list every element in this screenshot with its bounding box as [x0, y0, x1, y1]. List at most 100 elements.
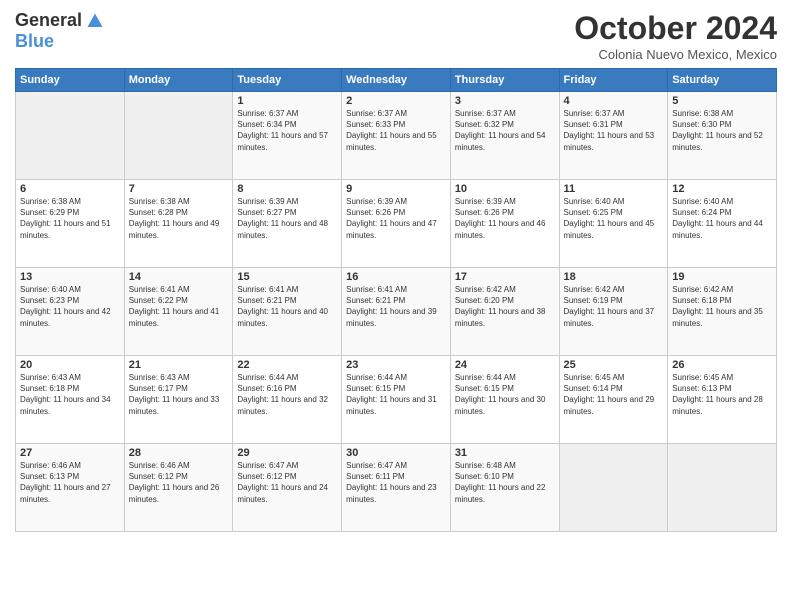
day-number: 29	[237, 447, 337, 459]
calendar-cell: 12Sunrise: 6:40 AM Sunset: 6:24 PM Dayli…	[668, 180, 777, 268]
day-number: 22	[237, 359, 337, 371]
calendar-cell: 24Sunrise: 6:44 AM Sunset: 6:15 PM Dayli…	[450, 356, 559, 444]
calendar-cell: 20Sunrise: 6:43 AM Sunset: 6:18 PM Dayli…	[16, 356, 125, 444]
day-number: 17	[455, 271, 555, 283]
day-info: Sunrise: 6:45 AM Sunset: 6:14 PM Dayligh…	[564, 372, 664, 417]
month-title: October 2024	[574, 10, 777, 47]
day-number: 2	[346, 95, 446, 107]
calendar-cell: 17Sunrise: 6:42 AM Sunset: 6:20 PM Dayli…	[450, 268, 559, 356]
day-number: 8	[237, 183, 337, 195]
day-info: Sunrise: 6:38 AM Sunset: 6:28 PM Dayligh…	[129, 196, 229, 241]
day-number: 27	[20, 447, 120, 459]
day-info: Sunrise: 6:39 AM Sunset: 6:27 PM Dayligh…	[237, 196, 337, 241]
day-info: Sunrise: 6:37 AM Sunset: 6:34 PM Dayligh…	[237, 108, 337, 153]
calendar-cell: 13Sunrise: 6:40 AM Sunset: 6:23 PM Dayli…	[16, 268, 125, 356]
calendar-cell	[559, 444, 668, 532]
calendar-week-4: 20Sunrise: 6:43 AM Sunset: 6:18 PM Dayli…	[16, 356, 777, 444]
day-info: Sunrise: 6:39 AM Sunset: 6:26 PM Dayligh…	[346, 196, 446, 241]
title-section: October 2024 Colonia Nuevo Mexico, Mexic…	[574, 10, 777, 62]
day-number: 3	[455, 95, 555, 107]
logo-general-text: General	[15, 10, 82, 31]
calendar-cell: 9Sunrise: 6:39 AM Sunset: 6:26 PM Daylig…	[342, 180, 451, 268]
day-info: Sunrise: 6:48 AM Sunset: 6:10 PM Dayligh…	[455, 460, 555, 505]
day-info: Sunrise: 6:45 AM Sunset: 6:13 PM Dayligh…	[672, 372, 772, 417]
day-number: 14	[129, 271, 229, 283]
day-header-sunday: Sunday	[16, 69, 125, 92]
day-info: Sunrise: 6:38 AM Sunset: 6:29 PM Dayligh…	[20, 196, 120, 241]
day-info: Sunrise: 6:37 AM Sunset: 6:33 PM Dayligh…	[346, 108, 446, 153]
day-info: Sunrise: 6:40 AM Sunset: 6:25 PM Dayligh…	[564, 196, 664, 241]
calendar-cell	[124, 92, 233, 180]
day-info: Sunrise: 6:37 AM Sunset: 6:31 PM Dayligh…	[564, 108, 664, 153]
calendar-cell: 23Sunrise: 6:44 AM Sunset: 6:15 PM Dayli…	[342, 356, 451, 444]
day-number: 28	[129, 447, 229, 459]
day-number: 7	[129, 183, 229, 195]
day-number: 20	[20, 359, 120, 371]
calendar-cell: 25Sunrise: 6:45 AM Sunset: 6:14 PM Dayli…	[559, 356, 668, 444]
calendar-cell: 11Sunrise: 6:40 AM Sunset: 6:25 PM Dayli…	[559, 180, 668, 268]
calendar-cell: 8Sunrise: 6:39 AM Sunset: 6:27 PM Daylig…	[233, 180, 342, 268]
day-header-wednesday: Wednesday	[342, 69, 451, 92]
day-number: 18	[564, 271, 664, 283]
logo-blue-text: Blue	[15, 31, 54, 52]
day-info: Sunrise: 6:41 AM Sunset: 6:21 PM Dayligh…	[346, 284, 446, 329]
calendar-cell: 19Sunrise: 6:42 AM Sunset: 6:18 PM Dayli…	[668, 268, 777, 356]
calendar-cell: 2Sunrise: 6:37 AM Sunset: 6:33 PM Daylig…	[342, 92, 451, 180]
page: General Blue October 2024 Colonia Nuevo …	[0, 0, 792, 612]
day-number: 25	[564, 359, 664, 371]
calendar-cell: 26Sunrise: 6:45 AM Sunset: 6:13 PM Dayli…	[668, 356, 777, 444]
day-info: Sunrise: 6:46 AM Sunset: 6:13 PM Dayligh…	[20, 460, 120, 505]
day-header-tuesday: Tuesday	[233, 69, 342, 92]
day-info: Sunrise: 6:41 AM Sunset: 6:22 PM Dayligh…	[129, 284, 229, 329]
day-info: Sunrise: 6:46 AM Sunset: 6:12 PM Dayligh…	[129, 460, 229, 505]
day-number: 5	[672, 95, 772, 107]
calendar-cell	[668, 444, 777, 532]
calendar-cell: 28Sunrise: 6:46 AM Sunset: 6:12 PM Dayli…	[124, 444, 233, 532]
day-number: 15	[237, 271, 337, 283]
day-number: 9	[346, 183, 446, 195]
day-number: 11	[564, 183, 664, 195]
day-info: Sunrise: 6:43 AM Sunset: 6:17 PM Dayligh…	[129, 372, 229, 417]
day-header-thursday: Thursday	[450, 69, 559, 92]
subtitle: Colonia Nuevo Mexico, Mexico	[574, 47, 777, 62]
day-info: Sunrise: 6:44 AM Sunset: 6:15 PM Dayligh…	[455, 372, 555, 417]
calendar-cell: 29Sunrise: 6:47 AM Sunset: 6:12 PM Dayli…	[233, 444, 342, 532]
header: General Blue October 2024 Colonia Nuevo …	[15, 10, 777, 62]
day-number: 6	[20, 183, 120, 195]
day-number: 24	[455, 359, 555, 371]
day-info: Sunrise: 6:44 AM Sunset: 6:15 PM Dayligh…	[346, 372, 446, 417]
day-header-friday: Friday	[559, 69, 668, 92]
day-number: 19	[672, 271, 772, 283]
calendar-header-row: SundayMondayTuesdayWednesdayThursdayFrid…	[16, 69, 777, 92]
logo-icon	[86, 12, 104, 30]
day-info: Sunrise: 6:38 AM Sunset: 6:30 PM Dayligh…	[672, 108, 772, 153]
day-info: Sunrise: 6:41 AM Sunset: 6:21 PM Dayligh…	[237, 284, 337, 329]
day-number: 16	[346, 271, 446, 283]
calendar-table: SundayMondayTuesdayWednesdayThursdayFrid…	[15, 68, 777, 532]
day-number: 23	[346, 359, 446, 371]
calendar-cell	[16, 92, 125, 180]
day-info: Sunrise: 6:42 AM Sunset: 6:20 PM Dayligh…	[455, 284, 555, 329]
day-info: Sunrise: 6:47 AM Sunset: 6:11 PM Dayligh…	[346, 460, 446, 505]
day-number: 1	[237, 95, 337, 107]
day-header-monday: Monday	[124, 69, 233, 92]
calendar-cell: 30Sunrise: 6:47 AM Sunset: 6:11 PM Dayli…	[342, 444, 451, 532]
calendar-cell: 27Sunrise: 6:46 AM Sunset: 6:13 PM Dayli…	[16, 444, 125, 532]
calendar-week-1: 1Sunrise: 6:37 AM Sunset: 6:34 PM Daylig…	[16, 92, 777, 180]
calendar-cell: 22Sunrise: 6:44 AM Sunset: 6:16 PM Dayli…	[233, 356, 342, 444]
calendar-cell: 4Sunrise: 6:37 AM Sunset: 6:31 PM Daylig…	[559, 92, 668, 180]
day-info: Sunrise: 6:44 AM Sunset: 6:16 PM Dayligh…	[237, 372, 337, 417]
day-info: Sunrise: 6:43 AM Sunset: 6:18 PM Dayligh…	[20, 372, 120, 417]
calendar-cell: 1Sunrise: 6:37 AM Sunset: 6:34 PM Daylig…	[233, 92, 342, 180]
day-number: 4	[564, 95, 664, 107]
day-info: Sunrise: 6:47 AM Sunset: 6:12 PM Dayligh…	[237, 460, 337, 505]
day-number: 26	[672, 359, 772, 371]
day-info: Sunrise: 6:39 AM Sunset: 6:26 PM Dayligh…	[455, 196, 555, 241]
day-header-saturday: Saturday	[668, 69, 777, 92]
calendar-week-2: 6Sunrise: 6:38 AM Sunset: 6:29 PM Daylig…	[16, 180, 777, 268]
calendar-cell: 3Sunrise: 6:37 AM Sunset: 6:32 PM Daylig…	[450, 92, 559, 180]
day-number: 13	[20, 271, 120, 283]
day-info: Sunrise: 6:40 AM Sunset: 6:24 PM Dayligh…	[672, 196, 772, 241]
calendar-cell: 5Sunrise: 6:38 AM Sunset: 6:30 PM Daylig…	[668, 92, 777, 180]
calendar-week-3: 13Sunrise: 6:40 AM Sunset: 6:23 PM Dayli…	[16, 268, 777, 356]
